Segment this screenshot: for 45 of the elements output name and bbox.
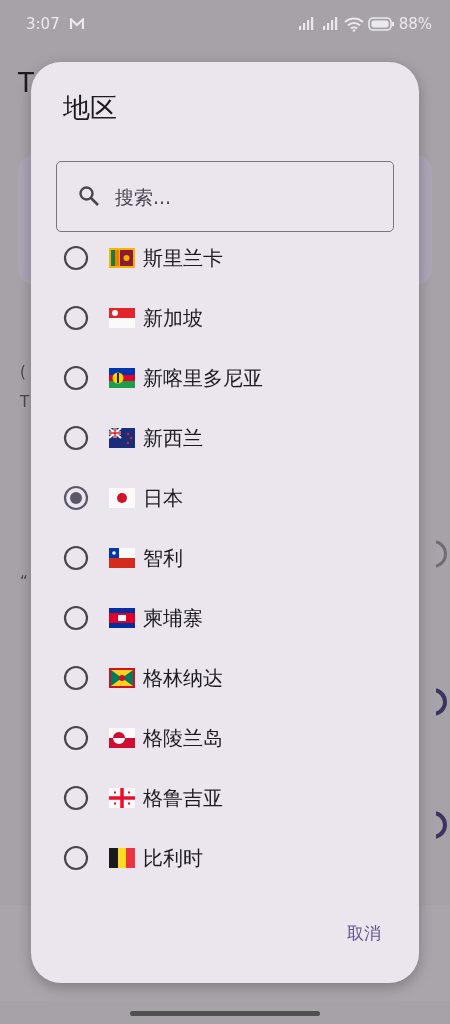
app-title: T xyxy=(18,68,34,98)
radio-button[interactable] xyxy=(63,725,89,751)
radio-button[interactable] xyxy=(63,665,89,691)
radio-button[interactable] xyxy=(63,605,89,631)
radio-button[interactable] xyxy=(63,545,89,571)
status-time: 3:07 xyxy=(26,15,60,33)
region-option[interactable]: 新西兰 xyxy=(31,408,419,468)
radio-button[interactable] xyxy=(63,425,89,451)
flag-icon xyxy=(109,308,135,328)
region-option[interactable]: 比利时 xyxy=(31,828,419,888)
setting-description: “ xyxy=(20,572,28,593)
region-option[interactable]: 格陵兰岛 xyxy=(31,708,419,768)
flag-icon xyxy=(109,848,135,868)
battery-icon xyxy=(367,17,395,31)
search-field[interactable]: 搜索... xyxy=(56,161,394,232)
wifi-icon xyxy=(343,16,364,32)
region-option[interactable]: 新喀里多尼亚 xyxy=(31,348,419,408)
flag-icon xyxy=(109,788,135,808)
flag-icon xyxy=(109,608,135,628)
region-option[interactable]: 新加坡 xyxy=(31,288,419,348)
region-option[interactable]: 智利 xyxy=(31,528,419,588)
radio-button[interactable] xyxy=(63,845,89,871)
flag-icon xyxy=(109,728,135,748)
dialog-title: 地区 xyxy=(62,91,118,125)
search-icon xyxy=(78,185,100,207)
radio-button[interactable] xyxy=(63,305,89,331)
radio-button[interactable] xyxy=(63,245,89,271)
setting-description: T xyxy=(20,392,30,413)
radio-button[interactable] xyxy=(63,485,89,511)
region-option[interactable]: 日本 xyxy=(31,468,419,528)
flag-icon xyxy=(109,668,135,688)
battery-percent: 88% xyxy=(398,15,432,33)
region-option[interactable]: 格鲁吉亚 xyxy=(31,768,419,828)
setting-description: ( xyxy=(20,362,26,383)
cancel-button[interactable]: 取消 xyxy=(343,914,385,953)
region-option[interactable]: 格林纳达 xyxy=(31,648,419,708)
flag-icon xyxy=(109,548,135,568)
flag-icon xyxy=(109,488,135,508)
flag-icon xyxy=(109,368,135,388)
radio-button[interactable] xyxy=(63,785,89,811)
flag-icon xyxy=(109,428,135,448)
flag-icon xyxy=(109,248,135,268)
mail-icon xyxy=(69,18,84,30)
radio-button[interactable] xyxy=(63,365,89,391)
region-option[interactable]: 柬埔寨 xyxy=(31,588,419,648)
